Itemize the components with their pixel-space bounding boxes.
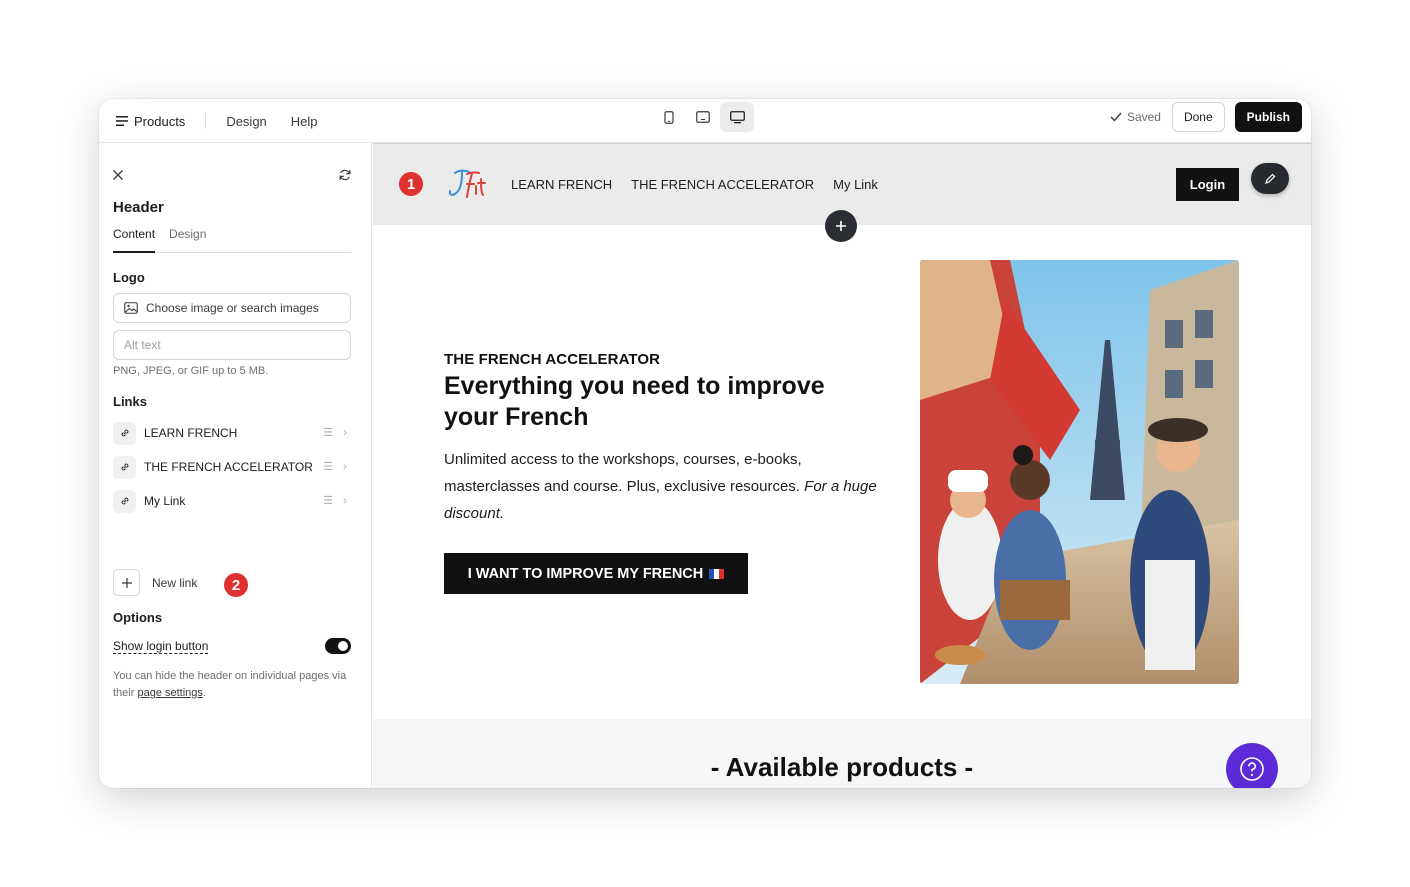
- step-badge-1: 1: [399, 172, 423, 196]
- desktop-view-button[interactable]: [720, 102, 754, 132]
- new-link-label: New link: [152, 575, 198, 590]
- done-button[interactable]: Done: [1171, 102, 1225, 132]
- link-item-my-link[interactable]: My Link ☰ ›: [113, 488, 351, 514]
- nav-design[interactable]: Design: [206, 114, 266, 129]
- site-nav-my-link[interactable]: My Link: [833, 177, 878, 192]
- options-hint-suffix: .: [202, 687, 206, 699]
- products-section-title: - Available products -: [710, 752, 974, 782]
- products-menu-label: Products: [134, 113, 186, 129]
- show-login-toggle[interactable]: [325, 638, 351, 654]
- chevron-right-icon: ›: [343, 459, 347, 473]
- close-panel-button[interactable]: [111, 168, 125, 187]
- logo-section-label: Logo: [113, 270, 145, 285]
- show-login-label: Show login button: [113, 638, 209, 654]
- site-nav-learn-french[interactable]: LEARN FRENCH: [511, 177, 612, 192]
- phone-icon: [664, 110, 674, 124]
- site-nav-french-accelerator[interactable]: THE FRENCH ACCELERATOR: [631, 177, 814, 192]
- hero-eyebrow: THE FRENCH ACCELERATOR: [444, 351, 661, 368]
- alt-text-placeholder: Alt text: [124, 338, 161, 352]
- products-section: - Available products -: [373, 719, 1311, 788]
- reset-button[interactable]: [338, 168, 352, 187]
- chevron-right-icon: ›: [343, 425, 347, 439]
- hamburger-icon: [116, 116, 128, 126]
- topbar-right: Saved Done Publish: [1110, 102, 1302, 132]
- edit-section-button[interactable]: [1251, 163, 1289, 194]
- choose-image-button[interactable]: Choose image or search images: [113, 293, 351, 323]
- drag-handle-icon[interactable]: ☰: [323, 494, 333, 507]
- alt-text-field[interactable]: Alt text: [113, 330, 351, 360]
- site-login-button[interactable]: Login: [1176, 168, 1239, 201]
- link-item-label: My Link: [144, 494, 186, 508]
- help-button[interactable]: [1226, 743, 1278, 788]
- link-icon: [113, 455, 136, 479]
- links-section-label: Links: [113, 394, 147, 409]
- products-menu[interactable]: Products: [116, 113, 207, 129]
- tab-design[interactable]: Design: [169, 227, 206, 253]
- device-switcher: [652, 102, 754, 132]
- options-hint: You can hide the header on individual pa…: [113, 668, 353, 702]
- hero-body: Unlimited access to the workshops, cours…: [444, 446, 894, 527]
- image-icon: [124, 302, 138, 314]
- pencil-icon: [1265, 173, 1276, 184]
- tablet-view-button[interactable]: [686, 102, 720, 132]
- site-logo[interactable]: [443, 164, 493, 204]
- link-item-label: THE FRENCH ACCELERATOR: [144, 460, 313, 474]
- check-icon: [1110, 112, 1122, 122]
- add-section-button[interactable]: [825, 210, 857, 242]
- choose-image-label: Choose image or search images: [146, 301, 319, 315]
- show-login-option: Show login button: [113, 636, 351, 656]
- saved-status: Saved: [1110, 110, 1161, 124]
- help-icon: [1240, 757, 1264, 781]
- link-icon: [113, 421, 136, 445]
- desktop-icon: [729, 110, 745, 123]
- hero-title: Everything you need to improve your Fren…: [444, 372, 825, 431]
- link-item-french-accelerator[interactable]: THE FRENCH ACCELERATOR ☰ ›: [113, 454, 351, 480]
- site-nav: LEARN FRENCH THE FRENCH ACCELERATOR My L…: [511, 177, 878, 192]
- drag-handle-icon[interactable]: ☰: [323, 426, 333, 439]
- link-icon: [113, 489, 136, 513]
- hero-image: [920, 260, 1239, 684]
- drag-handle-icon[interactable]: ☰: [323, 460, 333, 473]
- file-type-hint: PNG, JPEG, or GIF up to 5 MB.: [113, 365, 269, 377]
- link-item-learn-french[interactable]: LEARN FRENCH ☰ ›: [113, 420, 351, 446]
- tablet-icon: [696, 111, 710, 123]
- editor-window: Products Design Help Saved Done Publish: [99, 99, 1311, 788]
- header-settings-panel: Header Content Design Logo Choose image …: [99, 143, 372, 788]
- mobile-view-button[interactable]: [652, 102, 686, 132]
- hero-cta-button[interactable]: I WANT TO IMPROVE MY FRENCH: [444, 553, 748, 594]
- topbar-left: Products Design Help: [116, 99, 318, 143]
- saved-label: Saved: [1126, 110, 1161, 124]
- tab-content[interactable]: Content: [113, 227, 156, 253]
- chevron-right-icon: ›: [343, 493, 347, 507]
- hero-cta-label: I WANT TO IMPROVE MY FRENCH: [467, 565, 704, 582]
- hero-body-text: Unlimited access to the workshops, cours…: [444, 451, 802, 495]
- options-section-label: Options: [113, 610, 163, 625]
- new-link-button[interactable]: New link: [113, 569, 197, 596]
- site-preview-canvas: 1 LEARN FRENCH THE FRENCH ACCELERATOR My…: [373, 143, 1311, 788]
- publish-button[interactable]: Publish: [1234, 102, 1302, 132]
- refresh-icon: [339, 169, 351, 181]
- step-badge-2: 2: [224, 573, 248, 597]
- link-item-label: LEARN FRENCH: [144, 426, 238, 440]
- panel-tabs: Content Design: [113, 227, 351, 253]
- plus-icon: [836, 221, 846, 231]
- french-flag-icon: [709, 568, 725, 579]
- panel-title: Header: [113, 199, 164, 216]
- nav-help[interactable]: Help: [267, 114, 318, 129]
- editor-topbar: Products Design Help Saved Done Publish: [99, 99, 1311, 143]
- plus-icon: [113, 569, 140, 596]
- close-icon: [113, 170, 123, 180]
- page-settings-link[interactable]: page settings: [137, 687, 202, 699]
